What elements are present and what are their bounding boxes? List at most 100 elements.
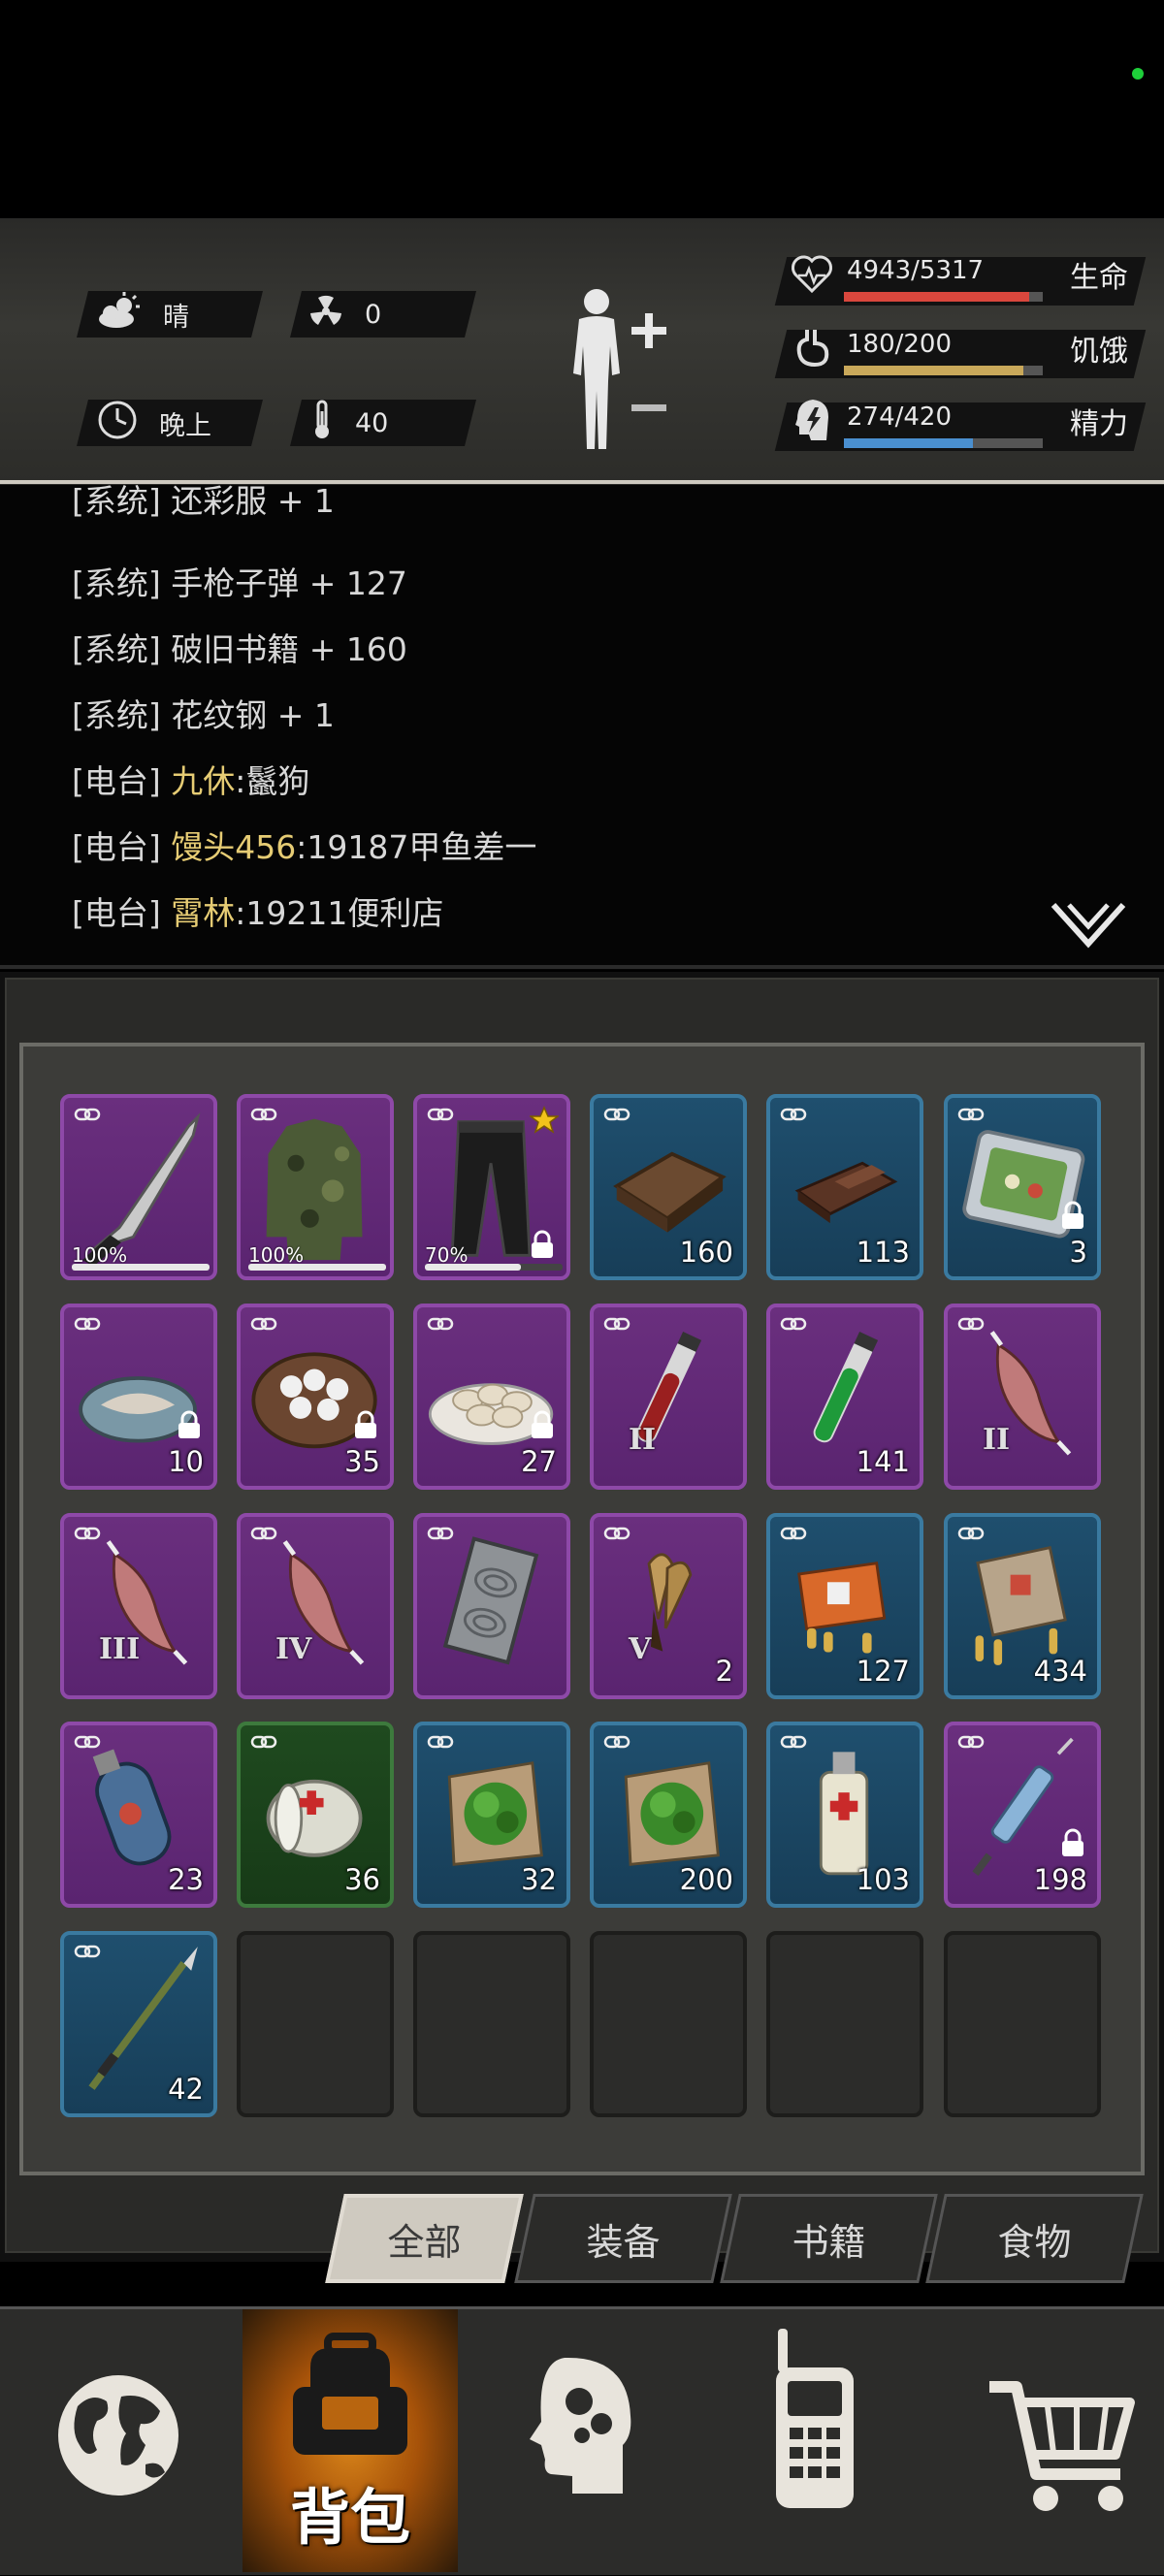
link-icon [957, 1525, 985, 1546]
body-figure-icon [573, 289, 666, 449]
tab-food-label: 食物 [997, 2220, 1072, 2264]
link-icon [250, 1106, 277, 1127]
inventory-slot[interactable]: 42 [60, 1931, 217, 2117]
inventory-slot[interactable]: 127 [766, 1513, 923, 1699]
inventory-slot[interactable]: 35 [237, 1304, 394, 1490]
lock-icon [530, 1230, 555, 1263]
clock-icon [97, 400, 138, 447]
item-quantity: 42 [168, 2073, 204, 2106]
item-level: IV [275, 1632, 312, 1666]
item-level: II [983, 1423, 1011, 1457]
status-indicator [1132, 68, 1144, 80]
durability-bar [248, 1264, 386, 1271]
inventory-slot[interactable]: 10 [60, 1304, 217, 1490]
energy-bar [844, 438, 1043, 448]
empty-slot[interactable] [237, 1931, 394, 2117]
inventory-slot[interactable]: 32 [413, 1722, 570, 1908]
inventory-slot[interactable] [413, 1513, 570, 1699]
inventory-slot[interactable]: 113 [766, 1094, 923, 1280]
item-quantity: 127 [856, 1655, 910, 1688]
log-line: [电台] 馒头456:19187甲鱼差一 [72, 828, 537, 866]
inventory-slot[interactable]: 103 [766, 1722, 923, 1908]
nav-skills[interactable] [458, 2309, 700, 2572]
body-status-button[interactable] [558, 284, 674, 463]
hunger-value: 180/200 [847, 330, 953, 359]
inventory-grid: 100% 100% 70% 160 113 3 10 35 27 II 141 II III IV V 2 12… [19, 1043, 1145, 2175]
link-icon [250, 1733, 277, 1755]
nav-world-map[interactable] [0, 2309, 242, 2572]
lock-icon [530, 1410, 555, 1443]
item-quantity: 200 [679, 1863, 733, 1896]
inventory-slot[interactable]: II [590, 1304, 747, 1490]
health-label: 生命 [1070, 261, 1128, 295]
log-line: [系统] 还彩服 + 1 [72, 485, 335, 520]
inventory-slot[interactable]: 160 [590, 1094, 747, 1280]
item-quantity: 32 [521, 1863, 557, 1896]
nav-radio[interactable] [700, 2309, 931, 2572]
item-quantity: 27 [521, 1445, 557, 1478]
energy-value: 274/420 [847, 402, 953, 432]
log-line: [系统] 花纹钢 + 1 [72, 696, 335, 734]
item-quantity: 35 [344, 1445, 380, 1478]
health-value: 4943/5317 [847, 256, 985, 285]
inventory-slot[interactable]: 23 [60, 1722, 217, 1908]
inventory-slot[interactable]: 434 [944, 1513, 1101, 1699]
inventory-slot[interactable]: 36 [237, 1722, 394, 1908]
globe-icon [58, 2375, 178, 2496]
heart-icon [791, 254, 833, 299]
tab-equipment-label: 装备 [586, 2220, 661, 2264]
hunger-label: 饥饿 [1070, 335, 1128, 369]
link-icon [74, 1106, 101, 1127]
log-line: [电台] 九休:鬣狗 [72, 762, 310, 800]
link-icon [780, 1525, 807, 1546]
link-icon [957, 1106, 985, 1127]
link-icon [603, 1106, 630, 1127]
empty-slot[interactable] [413, 1931, 570, 2117]
inventory-slot[interactable]: II [944, 1304, 1101, 1490]
empty-slot[interactable] [590, 1931, 747, 2117]
link-icon [603, 1315, 630, 1336]
link-icon [74, 1733, 101, 1755]
message-log[interactable]: [系统] 还彩服 + 1 [系统] 手枪子弹 + 127 [系统] 破旧书籍 +… [0, 485, 1164, 970]
link-icon [603, 1525, 630, 1546]
inventory-slot[interactable]: 27 [413, 1304, 570, 1490]
link-icon [780, 1315, 807, 1336]
lock-icon [1060, 1201, 1085, 1234]
skills-head-icon [530, 2357, 631, 2494]
inventory-slot[interactable]: 3 [944, 1094, 1101, 1280]
inventory-slot[interactable]: 70% [413, 1094, 570, 1280]
weather-label: 晴 [163, 302, 189, 333]
inventory-slot[interactable]: 198 [944, 1722, 1101, 1908]
tab-books-label: 书籍 [792, 2220, 866, 2264]
inventory-slot[interactable]: 141 [766, 1304, 923, 1490]
inventory-slot[interactable]: 100% [60, 1094, 217, 1280]
item-quantity: 160 [679, 1236, 733, 1269]
cloud-sun-icon [97, 291, 142, 338]
energy-label: 精力 [1070, 407, 1128, 441]
item-level: V [629, 1632, 652, 1666]
item-quantity: 36 [344, 1863, 380, 1896]
link-icon [780, 1106, 807, 1127]
expand-log-button[interactable] [1050, 899, 1127, 955]
link-icon [957, 1315, 985, 1336]
item-level: II [629, 1423, 657, 1457]
empty-slot[interactable] [766, 1931, 923, 2117]
link-icon [780, 1733, 807, 1755]
item-quantity: 2 [715, 1655, 733, 1688]
inventory-slot[interactable]: 200 [590, 1722, 747, 1908]
radiation-value: 0 [365, 299, 382, 330]
hunger-bar [844, 366, 1043, 375]
inventory-slot[interactable]: IV [237, 1513, 394, 1699]
item-quantity: 10 [168, 1445, 204, 1478]
category-tabs: 全部 装备 书籍 食物 [325, 2194, 1145, 2283]
nav-shop[interactable] [931, 2309, 1164, 2572]
lock-icon [1060, 1828, 1085, 1861]
inventory-slot[interactable]: III [60, 1513, 217, 1699]
link-icon [250, 1315, 277, 1336]
item-level: III [99, 1632, 141, 1666]
inventory-slot[interactable]: 100% [237, 1094, 394, 1280]
link-icon [427, 1525, 454, 1546]
inventory-slot[interactable]: V2 [590, 1513, 747, 1699]
empty-slot[interactable] [944, 1931, 1101, 2117]
item-quantity: 23 [168, 1863, 204, 1896]
